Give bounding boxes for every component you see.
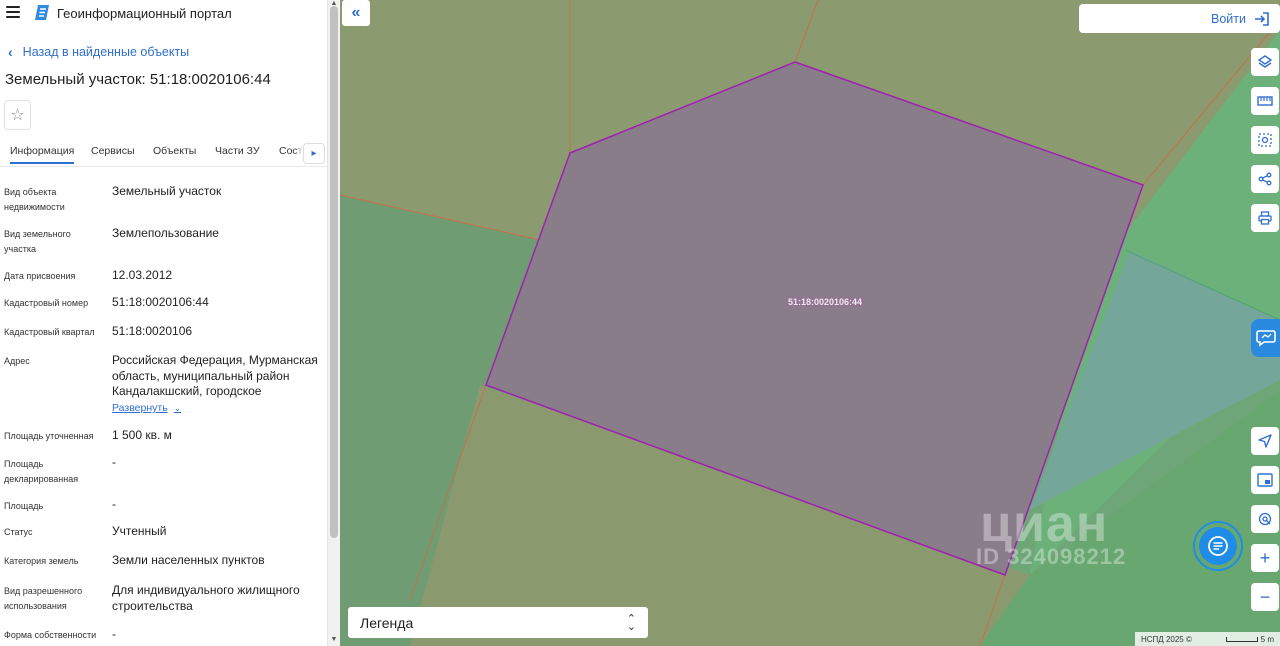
tabs-scroll-right-button[interactable]: ▸ — [303, 143, 325, 164]
value-land-category: Земли населенных пунктов — [112, 553, 265, 567]
panel-scrollbar[interactable]: ▲ ▼ — [327, 0, 340, 646]
chat-bubble-icon — [1255, 330, 1276, 347]
value-status: Учтенный — [112, 524, 167, 538]
chevron-right-icon: ▸ — [311, 148, 317, 159]
value-parcel-type: Землепользование — [112, 226, 219, 240]
zoom-in-button[interactable]: + — [1251, 544, 1279, 572]
tab-objects[interactable]: Объекты — [153, 145, 196, 157]
share-button[interactable] — [1251, 165, 1279, 193]
collapse-panel-button[interactable]: « — [342, 0, 370, 26]
label-area-declared: Площадь декларированная — [4, 459, 79, 484]
geolocation-button[interactable] — [1251, 427, 1279, 455]
plus-icon: + — [1259, 548, 1271, 568]
app-title: Геоинформационный портал — [57, 6, 232, 21]
watermark: циан ID 324098212 — [940, 498, 1126, 570]
target-icon — [1258, 512, 1272, 526]
value-address: Российская Федерация, Мурманская область… — [112, 353, 318, 398]
minimap-icon — [1257, 473, 1273, 487]
login-label: Войти — [1211, 11, 1246, 26]
label-parcel-type: Вид земельного участка — [4, 229, 71, 254]
locate-target-button[interactable] — [1251, 505, 1279, 533]
map-view[interactable]: 51:18:0020106:44 циан ID 324098212 « Вой… — [340, 0, 1280, 646]
legend-label: Легенда — [360, 614, 414, 631]
value-area-declared: - — [112, 455, 116, 469]
chevron-down-icon: ⌄ — [173, 402, 182, 413]
top-bar: Геоинформационный портал — [0, 0, 327, 26]
value-area-refined: 1 500 кв. м — [112, 428, 172, 442]
printer-icon — [1258, 211, 1272, 225]
attribution-text: НСПД 2025 © — [1141, 634, 1192, 644]
star-icon: ☆ — [10, 107, 25, 124]
zoom-out-button[interactable]: − — [1251, 583, 1279, 611]
label-ownership-form: Форма собственности — [4, 630, 97, 640]
label-cadastral-quarter: Кадастровый квартал — [4, 327, 95, 337]
watermark-id: ID 324098212 — [976, 544, 1127, 569]
minus-icon: − — [1259, 587, 1271, 607]
page-title: Земельный участок: 51:18:0020106:44 — [5, 71, 271, 88]
label-land-category: Категория земель — [4, 556, 79, 566]
map-canvas — [340, 0, 1280, 646]
value-cadastral-quarter: 51:18:0020106 — [112, 324, 193, 338]
print-button[interactable] — [1251, 204, 1279, 232]
label-area-refined: Площадь уточненная — [4, 431, 94, 441]
navigation-arrow-icon — [1258, 434, 1272, 448]
label-permitted-use: Вид разрешенного использования — [4, 586, 83, 611]
favorite-button[interactable]: ☆ — [4, 100, 31, 130]
value-cadastral-number: 51:18:0020106:44 — [112, 295, 209, 309]
ruler-button[interactable] — [1251, 87, 1279, 115]
chevron-left-icon: ‹ — [8, 44, 13, 60]
value-object-type: Земельный участок — [112, 184, 222, 198]
legend-dropdown[interactable]: Легенда ⌃ ⌄ — [348, 607, 648, 638]
label-cadastral-number: Кадастровый номер — [4, 298, 89, 308]
double-chevron-left-icon: « — [351, 4, 361, 21]
info-panel: Геоинформационный портал ‹ Назад в найде… — [0, 0, 330, 646]
scale-label: 5 m — [1260, 634, 1274, 644]
label-object-type: Вид объекта недвижимости — [4, 187, 65, 212]
portal-logo-icon — [35, 5, 49, 20]
scroll-thumb[interactable] — [330, 6, 338, 538]
layers-button[interactable] — [1251, 48, 1279, 76]
area-select-button[interactable] — [1251, 126, 1279, 154]
back-to-results-link[interactable]: ‹ Назад в найденные объекты — [8, 44, 189, 60]
ruler-icon — [1257, 96, 1273, 106]
login-button[interactable]: Войти — [1079, 4, 1280, 33]
map-attribution: НСПД 2025 © 5 m — [1135, 632, 1280, 646]
label-status: Статус — [4, 527, 33, 537]
label-assigned-date: Дата присвоения — [4, 271, 76, 281]
login-icon — [1255, 11, 1269, 26]
app-root: Геоинформационный портал ‹ Назад в найде… — [0, 0, 1280, 646]
share-icon — [1258, 172, 1272, 186]
value-permitted-use: Для индивидуального жилищного строительс… — [112, 583, 300, 613]
tab-parts[interactable]: Части ЗУ — [215, 145, 260, 157]
scroll-down-icon[interactable]: ▼ — [330, 636, 338, 644]
chat-fab-inner — [1199, 527, 1237, 565]
scale-bar: 5 m — [1225, 634, 1274, 644]
label-address: Адрес — [4, 356, 30, 366]
expand-label: Развернуть — [112, 402, 168, 414]
value-assigned-date: 12.03.2012 — [112, 268, 173, 282]
tab-information[interactable]: Информация — [10, 145, 75, 164]
value-ownership-form: - — [112, 627, 116, 641]
tab-bar: Информация Сервисы Объекты Части ЗУ Сост… — [0, 141, 327, 167]
scale-bar-line — [1225, 636, 1258, 642]
chevron-up-down-icon: ⌃ ⌄ — [626, 612, 636, 633]
message-icon — [1208, 536, 1228, 556]
parcel-map-label[interactable]: 51:18:0020106:44 — [786, 297, 865, 307]
layers-icon — [1258, 55, 1272, 68]
area-select-icon — [1258, 133, 1272, 147]
label-area: Площадь — [4, 501, 44, 511]
tab-services[interactable]: Сервисы — [91, 145, 135, 157]
value-area: - — [112, 497, 116, 511]
menu-icon[interactable] — [6, 6, 20, 18]
expand-address-link[interactable]: Развернуть ⌄ — [112, 402, 181, 414]
watermark-brand: циан — [980, 495, 1109, 553]
minimap-button[interactable] — [1251, 466, 1279, 494]
chat-fab[interactable] — [1193, 521, 1243, 571]
support-chat-tab[interactable] — [1251, 319, 1280, 357]
back-link-label: Назад в найденные объекты — [22, 45, 190, 59]
